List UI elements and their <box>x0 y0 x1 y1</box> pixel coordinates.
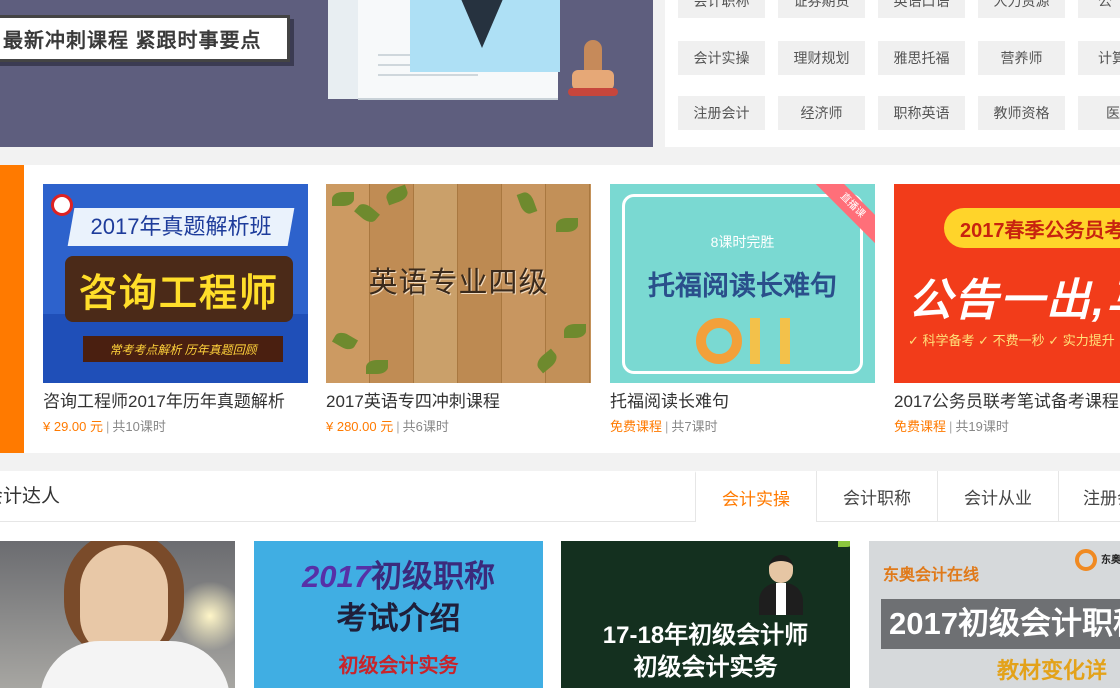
course-card[interactable]: 直播课 8课时完胜 托福阅读长难句 托福阅读长难句 免费课程 | 共7课时 <box>610 184 875 435</box>
course-price: ¥ 280.00 元 <box>326 419 394 434</box>
course-card[interactable]: 2017春季公务员考试 公告一出,马上来备 ✓ 科学备考 ✓ 不费一秒 ✓ 实力… <box>894 184 1120 435</box>
course-price: 免费课程 <box>894 419 947 434</box>
tag-item[interactable]: 营养师 <box>978 41 1065 75</box>
banner-caption: 最新冲刺课程 紧跟时事要点 <box>0 15 290 62</box>
thumb-title-line: 初级会计实务 <box>633 654 778 681</box>
promo-banner[interactable]: 最新冲刺课程 紧跟时事要点 <box>0 0 653 147</box>
course-meta: ¥ 280.00 元 | 共6课时 <box>326 416 591 435</box>
tab-accounting-practice[interactable]: 会计实操 <box>695 471 816 522</box>
thumb-checklist: ✓ 科学备考 ✓ 不费一秒 ✓ 实力提升 ✓ 传奇 <box>908 333 1120 348</box>
course-thumbnail[interactable]: 东奥会计在线 东奥会 2017初级会计职称 教材变化详 <box>869 541 1120 688</box>
course-lessons: 共6课时 <box>402 419 449 434</box>
tag-item[interactable]: 医 <box>1078 96 1120 130</box>
category-tags-panel: 会计职称 证券期货 英语口语 人力资源 公 会计实操 理财规划 雅思托福 营养师… <box>665 0 1120 147</box>
course-meta: ¥ 29.00 元 | 共10课时 <box>43 416 308 435</box>
tag-item[interactable]: 英语口语 <box>878 0 965 18</box>
thumb-pill: 2017春季公务员考试 <box>944 208 1120 248</box>
meta-separator: | <box>106 419 110 434</box>
tag-item[interactable]: 人力资源 <box>978 0 1065 18</box>
tag-item[interactable]: 经济师 <box>778 96 865 130</box>
thumb-heading: 2017年真题解析班 <box>67 208 295 246</box>
thumb-title-band: 2017初级会计职称 <box>881 599 1120 649</box>
teacher-avatar <box>759 555 803 615</box>
tag-item[interactable]: 注册会计 <box>678 96 765 130</box>
course-title[interactable]: 咨询工程师2017年历年真题解析 <box>43 387 308 411</box>
brand-logo-text: 东奥会 <box>1101 555 1120 566</box>
course-meta: 免费课程 | 共7课时 <box>610 416 875 435</box>
section-title: 会计达人 <box>0 486 61 507</box>
brand-logo-icon <box>51 194 73 216</box>
course-lessons: 共19课时 <box>955 419 1009 434</box>
course-title[interactable]: 托福阅读长难句 <box>610 387 875 411</box>
thumb-label: 英语专业四级 <box>368 267 549 299</box>
thumb-title-line: 2017初级职称 <box>302 559 495 594</box>
course-price: 免费课程 <box>610 419 663 434</box>
course-card[interactable]: 2017年真题解析班 咨询工程师 常考考点解析 历年真题回顾 咨询工程师2017… <box>43 184 308 435</box>
section-accent-bar <box>0 165 24 453</box>
course-price: ¥ 29.00 元 <box>43 419 103 434</box>
stamp-icon <box>568 40 618 100</box>
brand-logo-icon <box>1075 549 1097 571</box>
page: 最新冲刺课程 紧跟时事要点 会计职称 证券期货 英语口语 人力资源 公 会计实操… <box>0 0 1120 688</box>
thumb-title: 托福阅读长难句 <box>648 271 837 301</box>
tab-accounting-title[interactable]: 会计职称 <box>816 471 937 522</box>
tab-cpa[interactable]: 注册会计 <box>1058 471 1120 522</box>
thumb-subtitle: 初级会计实务 <box>338 655 459 677</box>
tag-item[interactable]: 教师资格 <box>978 96 1065 130</box>
thumb-slogan: 公告一出,马上来备 <box>908 276 1120 325</box>
meta-separator: | <box>665 419 669 434</box>
category-tab-bar: 会计达人 会计实操 会计职称 会计从业 注册会计 <box>0 471 1120 522</box>
course-thumbnail[interactable]: 17-18年初级会计师 初级会计实务 <box>561 541 850 688</box>
course-lessons: 共10课时 <box>112 419 166 434</box>
meta-separator: | <box>396 419 400 434</box>
tag-item[interactable]: 雅思托福 <box>878 41 965 75</box>
tag-item[interactable]: 公 <box>1078 0 1120 18</box>
course-thumbnail[interactable]: 2017初级职称 考试介绍 初级会计实务 <box>254 541 543 688</box>
on-switch-icon <box>696 318 796 372</box>
tab-accounting-qualification[interactable]: 会计从业 <box>937 471 1058 522</box>
course-thumbnail[interactable]: 2017年真题解析班 咨询工程师 常考考点解析 历年真题回顾 <box>43 184 308 383</box>
thumb-subtitle: 8课时完胜 <box>710 234 775 250</box>
thumb-big-title: 咨询工程师 <box>65 256 293 322</box>
meta-separator: | <box>949 419 953 434</box>
banner-tie-icon <box>458 0 506 48</box>
thumb-title-line: 考试介绍 <box>336 601 461 636</box>
course-title[interactable]: 2017英语专四冲刺课程 <box>326 387 591 411</box>
thumb-brand: 东奥会计在线 <box>883 567 980 584</box>
tag-item[interactable]: 职称英语 <box>878 96 965 130</box>
course-meta: 免费课程 | 共19课时 <box>894 416 1120 435</box>
course-lessons: 共7课时 <box>671 419 718 434</box>
category-courses: 2017初级职称 考试介绍 初级会计实务 17-18年初级会计师 初级会计实务 … <box>0 522 1120 688</box>
course-title[interactable]: 2017公务员联考笔试备考课程 <box>894 387 1120 411</box>
thumb-ribbon: 常考考点解析 历年真题回顾 <box>83 336 283 362</box>
course-thumbnail[interactable] <box>0 541 235 688</box>
tag-item[interactable]: 会计职称 <box>678 0 765 18</box>
thumb-subtitle: 教材变化详 <box>997 658 1108 683</box>
course-card[interactable]: 英语专业四级 2017英语专四冲刺课程 ¥ 280.00 元 | 共6课时 <box>326 184 591 435</box>
banner-caption-text: 最新冲刺课程 紧跟时事要点 <box>3 30 262 52</box>
course-thumbnail[interactable]: 英语专业四级 <box>326 184 591 383</box>
featured-courses: 2017年真题解析班 咨询工程师 常考考点解析 历年真题回顾 咨询工程师2017… <box>0 165 1120 453</box>
tag-item[interactable]: 计算 <box>1078 41 1120 75</box>
thumb-title-line: 17-18年初级会计师 <box>602 622 809 649</box>
course-thumbnail[interactable]: 直播课 8课时完胜 托福阅读长难句 <box>610 184 875 383</box>
tag-item[interactable]: 证券期货 <box>778 0 865 18</box>
course-thumbnail[interactable]: 2017春季公务员考试 公告一出,马上来备 ✓ 科学备考 ✓ 不费一秒 ✓ 实力… <box>894 184 1120 383</box>
tag-item[interactable]: 会计实操 <box>678 41 765 75</box>
tag-item[interactable]: 理财规划 <box>778 41 865 75</box>
